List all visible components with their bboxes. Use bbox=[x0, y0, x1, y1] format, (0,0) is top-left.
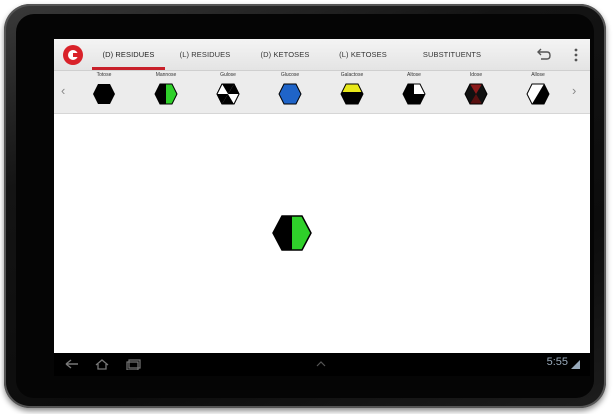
residue-glucose[interactable]: Glucose bbox=[267, 71, 313, 113]
residue-gulose[interactable]: Gulose bbox=[205, 71, 251, 113]
residue-allose[interactable]: Allose bbox=[515, 71, 561, 113]
residue-totose[interactable]: Totose bbox=[81, 71, 127, 113]
hexagon-white-quadrant-icon bbox=[402, 83, 426, 105]
residue-strip: ‹ › Totose Mannose Gulose Glucose Galact… bbox=[54, 71, 590, 114]
residue-label: Idose bbox=[469, 72, 483, 78]
residue-label: Altose bbox=[407, 72, 421, 78]
overflow-menu-icon[interactable] bbox=[568, 47, 584, 63]
scroll-left-arrow[interactable]: ‹ bbox=[61, 83, 65, 99]
residue-label: Allose bbox=[531, 72, 545, 78]
hexagon-black-green-icon bbox=[154, 83, 178, 105]
hexagon-solid-black-icon bbox=[93, 84, 115, 104]
hexagon-white-diagonal-icon bbox=[526, 83, 550, 105]
residue-label: Gulose bbox=[220, 72, 236, 78]
app-screen: (D) RESIDUES (L) RESIDUES (D) KETOSES (L… bbox=[54, 39, 590, 376]
residue-mannose[interactable]: Mannose bbox=[143, 71, 189, 113]
hexagon-yellow-band-icon bbox=[340, 83, 364, 105]
undo-icon[interactable] bbox=[536, 47, 552, 63]
hexagon-solid-blue-icon bbox=[278, 83, 302, 105]
tab-d-ketoses[interactable]: (D) KETOSES bbox=[254, 39, 316, 70]
residue-label: Totose bbox=[96, 72, 112, 78]
selected-mannose-glyph[interactable] bbox=[272, 215, 312, 251]
home-icon[interactable] bbox=[94, 358, 110, 370]
signal-icon bbox=[571, 360, 580, 369]
back-icon[interactable] bbox=[64, 358, 80, 370]
action-bar: (D) RESIDUES (L) RESIDUES (D) KETOSES (L… bbox=[54, 39, 590, 71]
tab-substituents[interactable]: SUBSTITUENTS bbox=[416, 39, 488, 70]
scroll-right-arrow[interactable]: › bbox=[572, 83, 576, 99]
status-clock: 5:55 bbox=[546, 356, 568, 368]
residue-label: Galactose bbox=[340, 72, 364, 78]
residue-label: Mannose bbox=[155, 72, 177, 78]
logo-cut bbox=[73, 53, 79, 57]
app-logo-icon[interactable] bbox=[63, 45, 83, 65]
tab-l-residues[interactable]: (L) RESIDUES bbox=[174, 39, 236, 70]
hexagon-dark-red-cross-icon bbox=[464, 83, 488, 105]
active-tab-indicator bbox=[92, 67, 165, 70]
residue-idose[interactable]: Idose bbox=[453, 71, 499, 113]
residue-galactose[interactable]: Galactose bbox=[329, 71, 375, 113]
tab-d-residues[interactable]: (D) RESIDUES bbox=[92, 39, 165, 70]
residue-label: Glucose bbox=[280, 72, 300, 78]
tab-l-ketoses[interactable]: (L) KETOSES bbox=[334, 39, 392, 70]
menu-up-icon[interactable] bbox=[316, 361, 326, 367]
system-nav-bar: 5:55 bbox=[54, 353, 590, 376]
recent-apps-icon[interactable] bbox=[126, 358, 142, 370]
hexagon-hourglass-icon bbox=[216, 83, 240, 105]
residue-altose[interactable]: Altose bbox=[391, 71, 437, 113]
